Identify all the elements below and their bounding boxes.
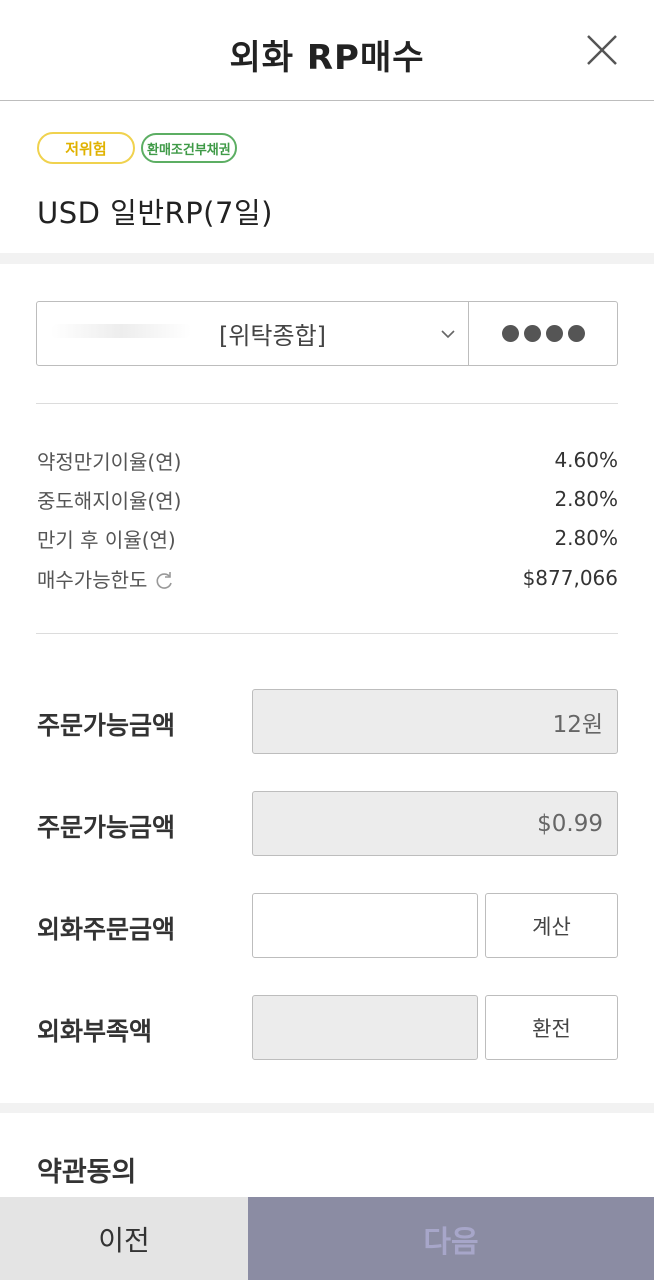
krw-available-label: 주문가능금액 (37, 711, 176, 740)
exchange-button[interactable]: 환전 (485, 995, 618, 1060)
next-button[interactable]: 다음 (248, 1197, 654, 1280)
masked-account-number (51, 324, 191, 338)
prev-button[interactable]: 이전 (0, 1197, 248, 1280)
risk-badge: 저위험 (37, 132, 135, 164)
header: 외화 RP매수 (0, 0, 654, 101)
section-divider (0, 1103, 654, 1113)
product-badges: 저위험 환매조건부채권 (37, 132, 237, 164)
account-select[interactable]: [위탁종합] (37, 302, 469, 365)
rate-value: 2.80% (554, 526, 618, 550)
rate-row-early-termination: 중도해지이율(연) 2.80% (37, 485, 618, 513)
rate-row-after-maturity: 만기 후 이율(연) 2.80% (37, 524, 618, 552)
account-password-field[interactable] (469, 302, 617, 365)
usd-available-label: 주문가능금액 (37, 813, 176, 842)
refresh-icon[interactable] (153, 570, 175, 592)
rp-purchase-page: 외화 RP매수 저위험 환매조건부채권 USD 일반RP(7일) [위탁종합] (0, 0, 654, 1280)
rate-value: 4.60% (554, 448, 618, 472)
rate-value: 2.80% (554, 487, 618, 511)
rate-label: 매수가능한도 (37, 567, 148, 592)
fx-order-amount-input[interactable] (252, 893, 478, 958)
rate-label: 중도해지이율(연) (37, 488, 182, 513)
account-type-label: [위탁종합] (218, 322, 327, 350)
section-divider (0, 253, 654, 264)
bottom-action-bar: 이전 다음 (0, 1197, 654, 1280)
product-name: USD 일반RP(7일) (37, 196, 273, 230)
fx-order-amount-label: 외화주문금액 (37, 915, 176, 944)
divider (36, 633, 618, 634)
page-title: 외화 RP매수 (229, 38, 425, 78)
purchase-limit-value: $877,066 (522, 566, 618, 590)
terms-agreement-title: 약관동의 (37, 1157, 137, 1188)
chevron-down-icon (440, 326, 456, 342)
rate-label: 만기 후 이율(연) (37, 527, 176, 552)
product-type-badge: 환매조건부채권 (141, 133, 237, 163)
calculate-button[interactable]: 계산 (485, 893, 618, 958)
account-row: [위탁종합] (36, 301, 618, 366)
divider (36, 403, 618, 404)
fx-shortfall-label: 외화부족액 (37, 1017, 153, 1046)
close-icon[interactable] (584, 32, 620, 68)
fx-shortfall-field (252, 995, 478, 1060)
rate-row-purchase-limit: 매수가능한도 $877,066 (37, 564, 618, 592)
usd-available-field: $0.99 (252, 791, 618, 856)
krw-available-field: 12원 (252, 689, 618, 754)
rate-row-maturity: 약정만기이율(연) 4.60% (37, 446, 618, 474)
rate-label: 약정만기이율(연) (37, 449, 182, 474)
purchase-limit-label-group: 매수가능한도 (37, 564, 175, 593)
password-mask (501, 325, 585, 342)
